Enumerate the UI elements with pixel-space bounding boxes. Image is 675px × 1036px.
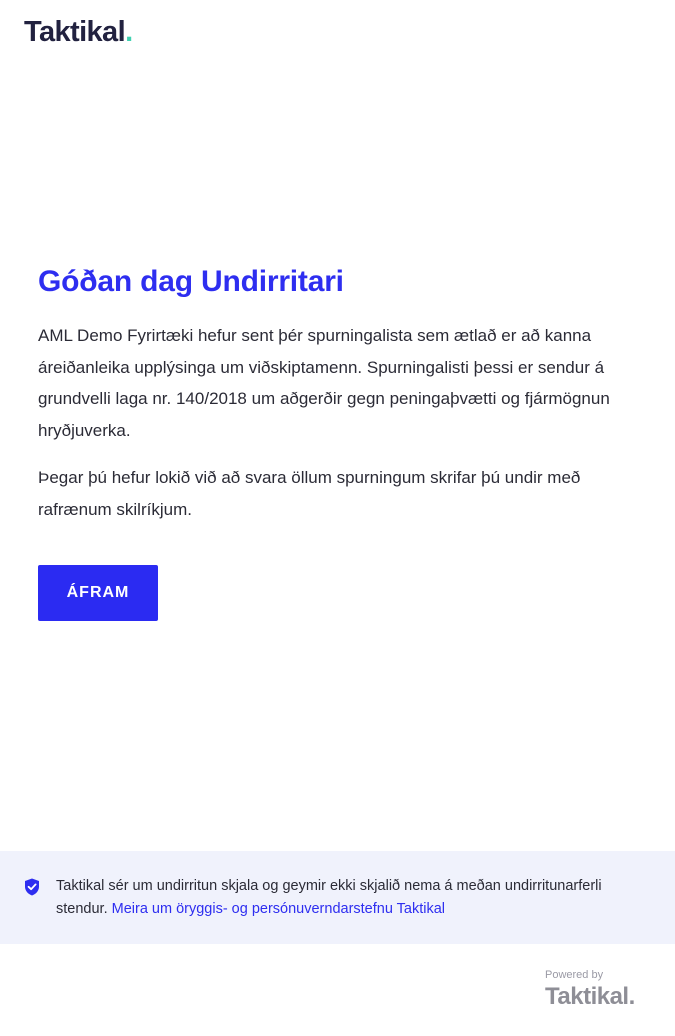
- logo-dot: .: [125, 16, 133, 48]
- page: Taktikal. Góðan dag Undirritari AML Demo…: [0, 0, 675, 1036]
- footer-logo: Taktikal.: [545, 982, 649, 1012]
- main-content: Góðan dag Undirritari AML Demo Fyrirtæki…: [38, 262, 628, 621]
- security-info-banner: Taktikal sér um undirritun skjala og gey…: [0, 851, 675, 944]
- footer-logo-text: Taktikal: [545, 983, 629, 1010]
- page-title: Góðan dag Undirritari: [38, 265, 344, 298]
- instructions-paragraph: Þegar þú hefur lokið við að svara öllum …: [38, 468, 581, 519]
- powered-by: Powered by Taktikal.: [545, 968, 649, 1012]
- logo-text: Taktikal: [24, 16, 126, 48]
- intro-paragraph: AML Demo Fyrirtæki hefur sent þér spurni…: [38, 326, 610, 440]
- footer-logo-dot: .: [628, 983, 636, 1010]
- shield-check-icon: [25, 878, 39, 896]
- privacy-policy-link[interactable]: Meira um öryggis- og persónuverndarstefn…: [112, 901, 445, 917]
- powered-by-label: Powered by: [545, 969, 604, 981]
- security-info-text: Taktikal sér um undirritun skjala og gey…: [56, 875, 656, 921]
- continue-button[interactable]: ÁFRAM: [38, 565, 158, 621]
- taktikal-logo: Taktikal.: [24, 14, 133, 50]
